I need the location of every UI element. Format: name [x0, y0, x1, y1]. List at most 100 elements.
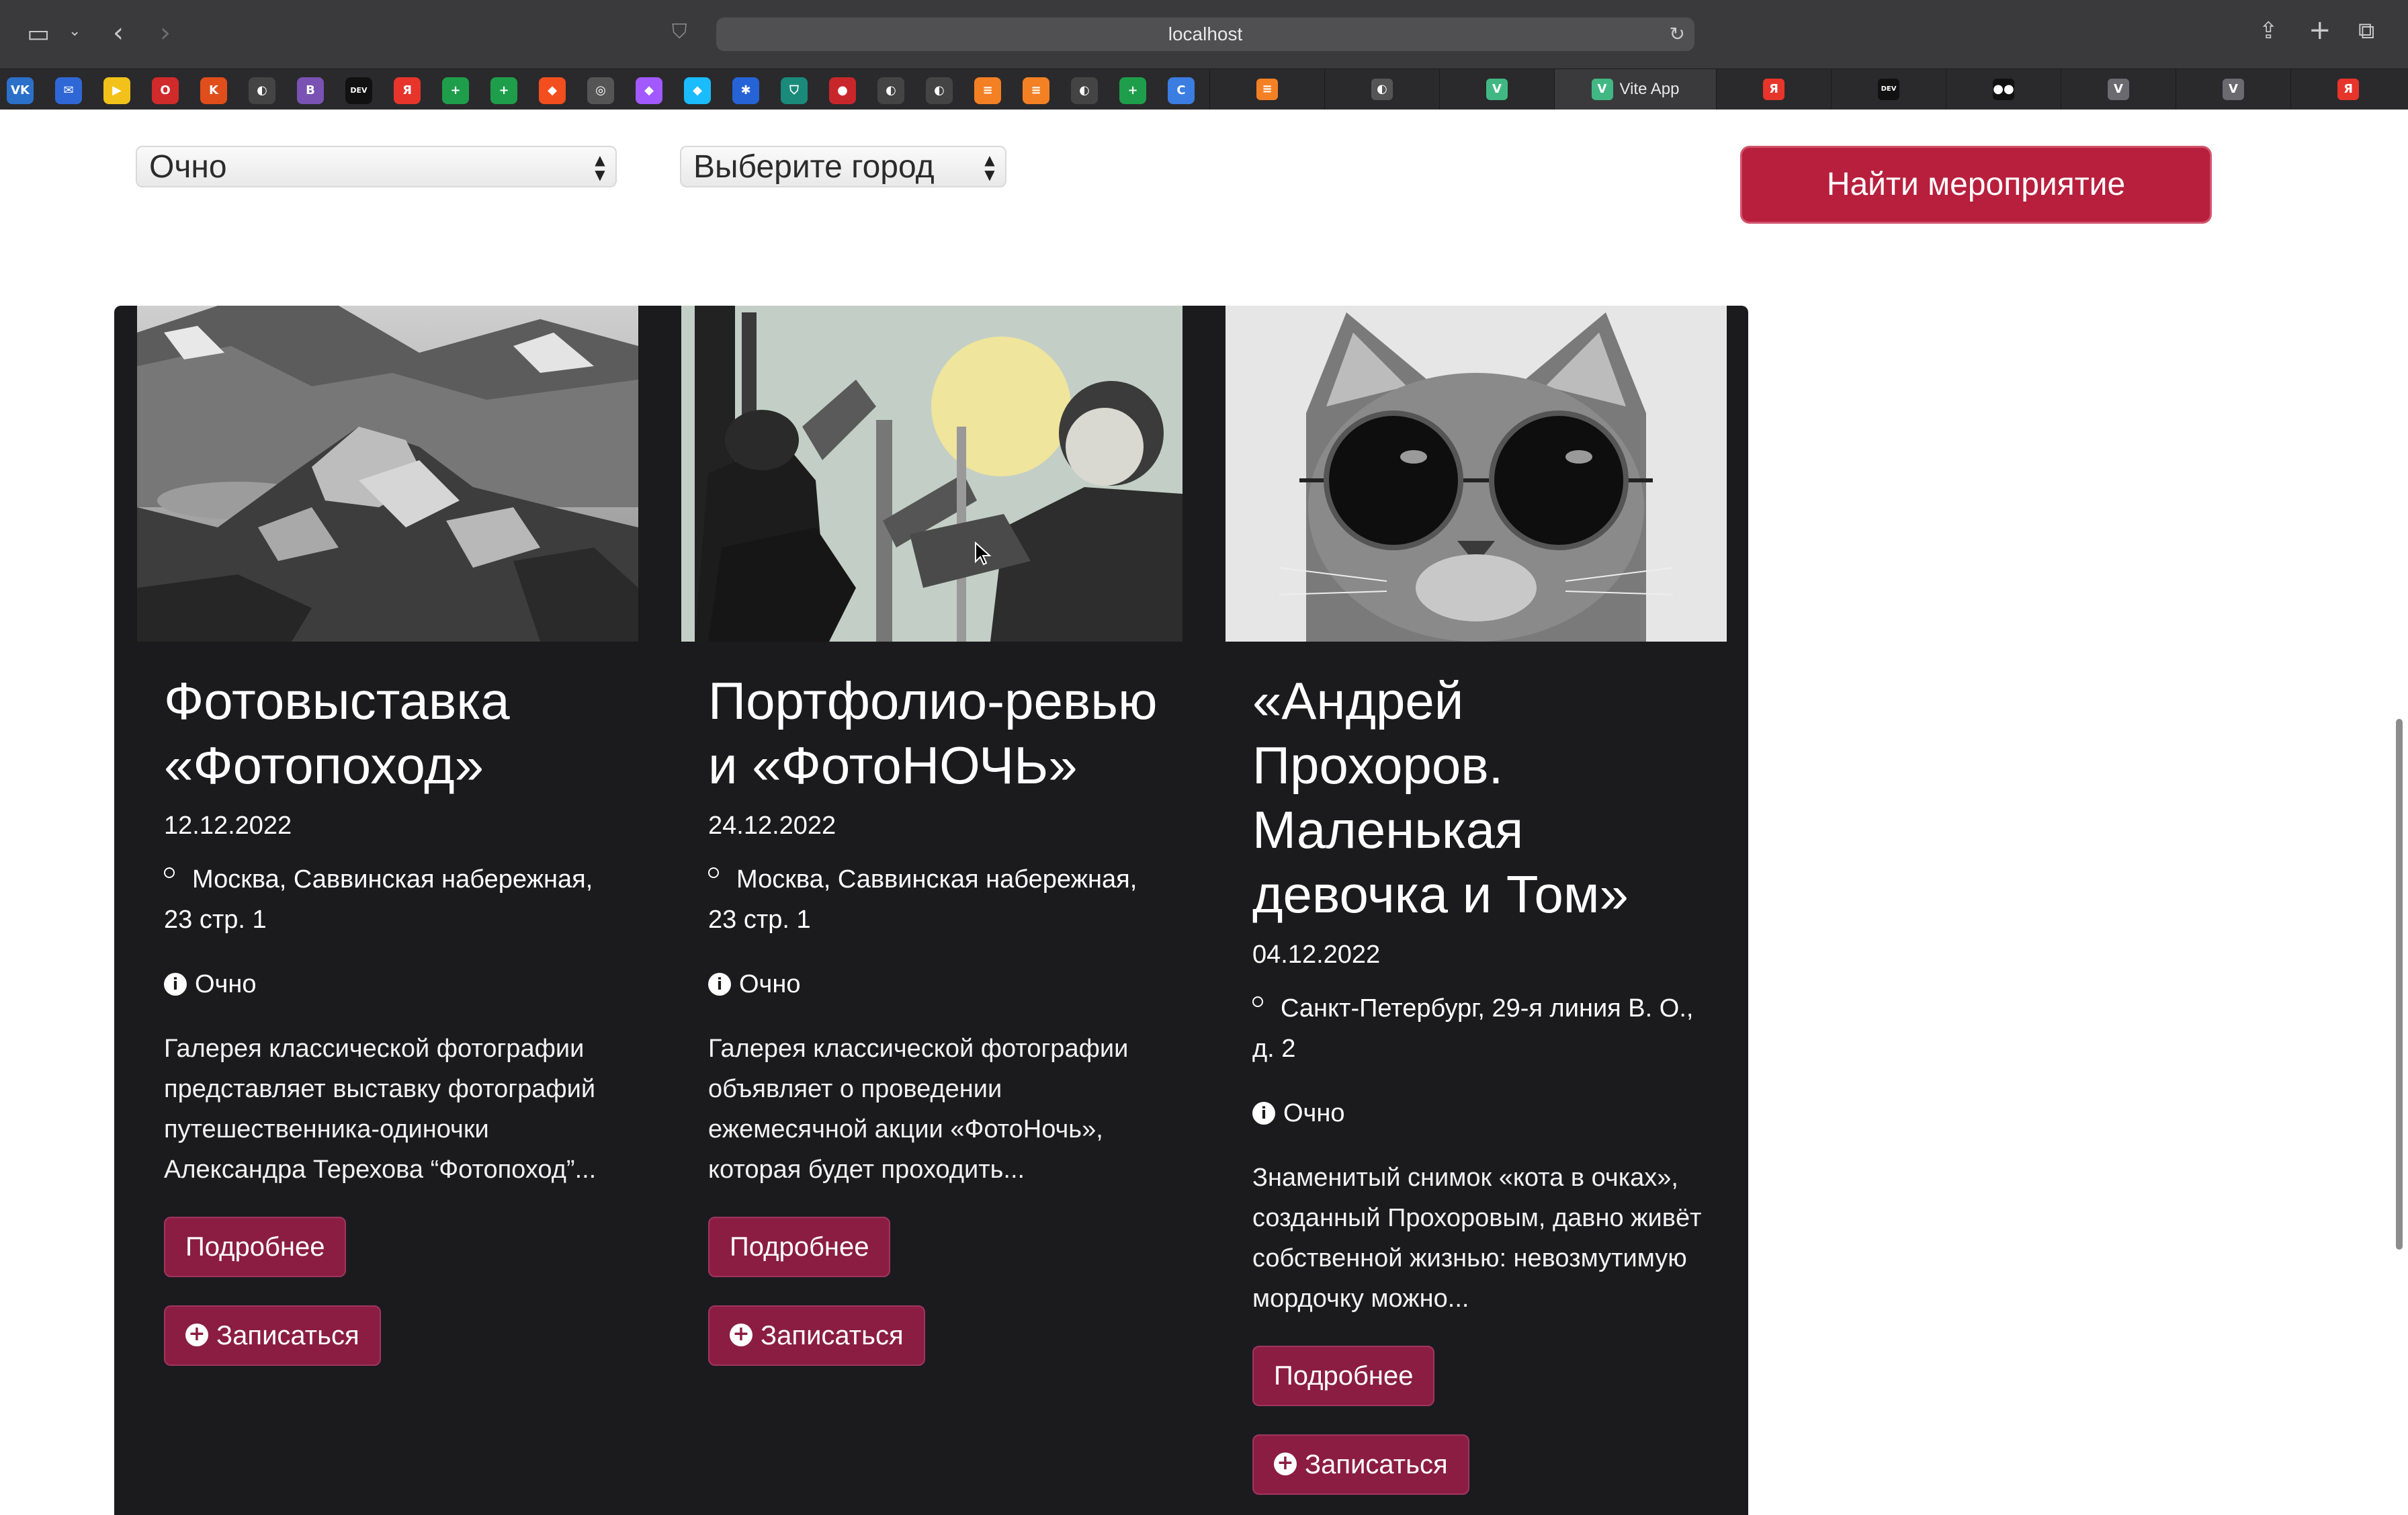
browser-tab[interactable]: Я [2290, 69, 2405, 110]
event-mode: i Очно [1252, 1093, 1709, 1133]
browser-tab[interactable]: V [1439, 69, 1554, 110]
browser-tab[interactable]: ●● [1946, 69, 2061, 110]
chevron-down-icon[interactable]: ⌄ [69, 23, 81, 40]
event-title: «Андрей Прохоров. Маленькая девочка и То… [1252, 671, 1629, 924]
city-select[interactable]: Выберите город ▲ ▼ [680, 146, 1006, 187]
event-card: Фотовыставка «Фотопоход» 12.12.2022 Моск… [114, 306, 658, 1515]
event-image-people-sun[interactable] [681, 306, 1182, 642]
plus-circle-icon: + [730, 1324, 752, 1347]
select-arrows-icon: ▲ ▼ [984, 152, 995, 183]
address-bar[interactable]: localhost ↻ [716, 17, 1694, 51]
info-icon: i [708, 973, 731, 996]
share-icon[interactable]: ⇪ [2259, 17, 2278, 44]
figma-icon[interactable]: ◆ [684, 77, 711, 104]
medium-icon: ●● [1993, 79, 2014, 100]
bootstrap-icon[interactable]: B [297, 77, 324, 104]
stack-icon[interactable]: ≡ [974, 77, 1001, 104]
select-arrows-icon: ▲ ▼ [595, 152, 605, 183]
url-text: localhost [1168, 24, 1243, 44]
browser-tab[interactable]: V Vite App [1554, 69, 1716, 110]
jira-icon[interactable]: ✱ [732, 77, 759, 104]
plus-circle-icon: + [185, 1324, 208, 1347]
more-button[interactable]: Подробнее [1252, 1346, 1435, 1406]
play-icon[interactable]: ▶ [103, 77, 130, 104]
tab-overview-icon[interactable]: ⧉ [2358, 17, 2374, 44]
tab-bar: VK ✉ ▶ O K ◐ B DEV Я + + ◆ ◎ ◆ ◆ ✱ ⛉ ● ◐ ◐ ≡ ≡ ◐ + C ≡ ◐ V V Vite Ap… [0, 69, 2408, 110]
info-icon: i [164, 973, 187, 996]
figma-icon[interactable]: ◆ [539, 77, 566, 104]
sheets-icon[interactable]: + [490, 77, 517, 104]
event-mode: i Очно [164, 964, 621, 1004]
event-location-text: Санкт-Петербург, 29-я линия В. О., д. 2 [1252, 994, 1694, 1063]
event-description: Знаменитый снимок «кота в очках», создан… [1252, 1164, 1702, 1313]
dev-icon[interactable]: DEV [345, 77, 372, 104]
signup-button[interactable]: + Записаться [708, 1305, 925, 1366]
privacy-shield-icon[interactable]: ⛉ [672, 20, 687, 44]
browser-tab[interactable]: ≡ [1209, 69, 1324, 110]
event-date: 04.12.2022 [1252, 941, 1381, 969]
browser-toolbar: ▭ ⌄ ‹ › ⛉ localhost ↻ ⇪ + ⧉ [0, 0, 2408, 69]
browser-tab[interactable]: ◐ [1324, 69, 1439, 110]
more-button[interactable]: Подробнее [164, 1217, 347, 1277]
reload-icon[interactable]: ↻ [1670, 23, 1685, 45]
sheets-icon[interactable]: + [442, 77, 469, 104]
vk-icon[interactable]: VK [7, 77, 34, 104]
figma-icon[interactable]: ◆ [636, 77, 662, 104]
location-dot-icon [164, 867, 175, 878]
event-location-text: Москва, Саввинская набережная, 23 стр. 1 [164, 865, 593, 934]
new-tab-icon[interactable]: + [2309, 15, 2331, 46]
event-mode-text: Очно [1283, 1099, 1345, 1127]
city-select-value: Выберите город [693, 149, 935, 185]
sheets-icon[interactable]: + [1119, 77, 1146, 104]
event-date: 12.12.2022 [164, 812, 292, 840]
browser-tab[interactable]: Я [1716, 69, 1831, 110]
browser-tab[interactable]: V [2061, 69, 2176, 110]
chrome-icon[interactable]: C [1168, 77, 1195, 104]
yandex-icon: Я [2337, 79, 2359, 100]
back-icon[interactable]: ‹ [113, 17, 124, 48]
github-icon: ◐ [1371, 79, 1393, 100]
flame-icon[interactable]: ● [829, 77, 856, 104]
browser-tab[interactable]: V [2176, 69, 2290, 110]
event-image-cat-glasses[interactable] [1226, 306, 1727, 642]
event-mode-text: Очно [195, 970, 257, 998]
format-select[interactable]: Очно ▲ ▼ [136, 146, 617, 187]
browser-tab[interactable]: DEV [1831, 69, 1946, 110]
more-button[interactable]: Подробнее [708, 1217, 891, 1277]
event-title: Портфолио-ревью и «ФотоНОЧЬ» [708, 671, 1158, 795]
event-image-mountains[interactable] [137, 306, 638, 642]
chatgpt-icon[interactable]: ◎ [587, 77, 614, 104]
info-icon: i [1252, 1102, 1275, 1125]
v-icon: V [2108, 79, 2129, 100]
favorites-bar: VK ✉ ▶ O K ◐ B DEV Я + + ◆ ◎ ◆ ◆ ✱ ⛉ ● ◐ ◐ ≡ ≡ ◐ + C [7, 77, 1216, 104]
mail-icon[interactable]: ✉ [55, 77, 82, 104]
find-event-button[interactable]: Найти мероприятие [1740, 146, 2212, 224]
github-icon[interactable]: ◐ [877, 77, 904, 104]
event-location: Москва, Саввинская набережная, 23 стр. 1 [708, 859, 1165, 940]
signup-button[interactable]: + Записаться [1252, 1434, 1469, 1495]
plus-circle-icon: + [1274, 1453, 1297, 1476]
forward-icon[interactable]: › [160, 17, 171, 48]
github-icon[interactable]: ◐ [249, 77, 275, 104]
dev-icon: DEV [1878, 79, 1899, 100]
yandex-icon[interactable]: Я [394, 77, 421, 104]
event-location: Санкт-Петербург, 29-я линия В. О., д. 2 [1252, 988, 1709, 1069]
signup-button-label: Записаться [1305, 1450, 1448, 1479]
location-dot-icon [708, 867, 719, 878]
v-icon: V [2223, 79, 2244, 100]
stack-icon: ≡ [1256, 79, 1278, 100]
opera-icon[interactable]: O [152, 77, 179, 104]
signup-button[interactable]: + Записаться [164, 1305, 381, 1366]
github-icon[interactable]: ◐ [1071, 77, 1098, 104]
sidebar-toggle-icon[interactable]: ▭ [27, 20, 50, 48]
stack-icon[interactable]: ≡ [1023, 77, 1049, 104]
github-icon[interactable]: ◐ [926, 77, 953, 104]
event-card: Портфолио-ревью и «ФотоНОЧЬ» 24.12.2022 … [658, 306, 1203, 1515]
browser-tab-label: Vite App [1619, 80, 1680, 98]
figma-k-icon[interactable]: K [200, 77, 227, 104]
vue-icon: V [1591, 79, 1613, 100]
event-title: Фотовыставка «Фотопоход» [164, 671, 510, 795]
page-scrollbar[interactable] [2396, 719, 2403, 1250]
event-card: «Андрей Прохоров. Маленькая девочка и То… [1203, 306, 1747, 1515]
shield-icon[interactable]: ⛉ [781, 77, 808, 104]
